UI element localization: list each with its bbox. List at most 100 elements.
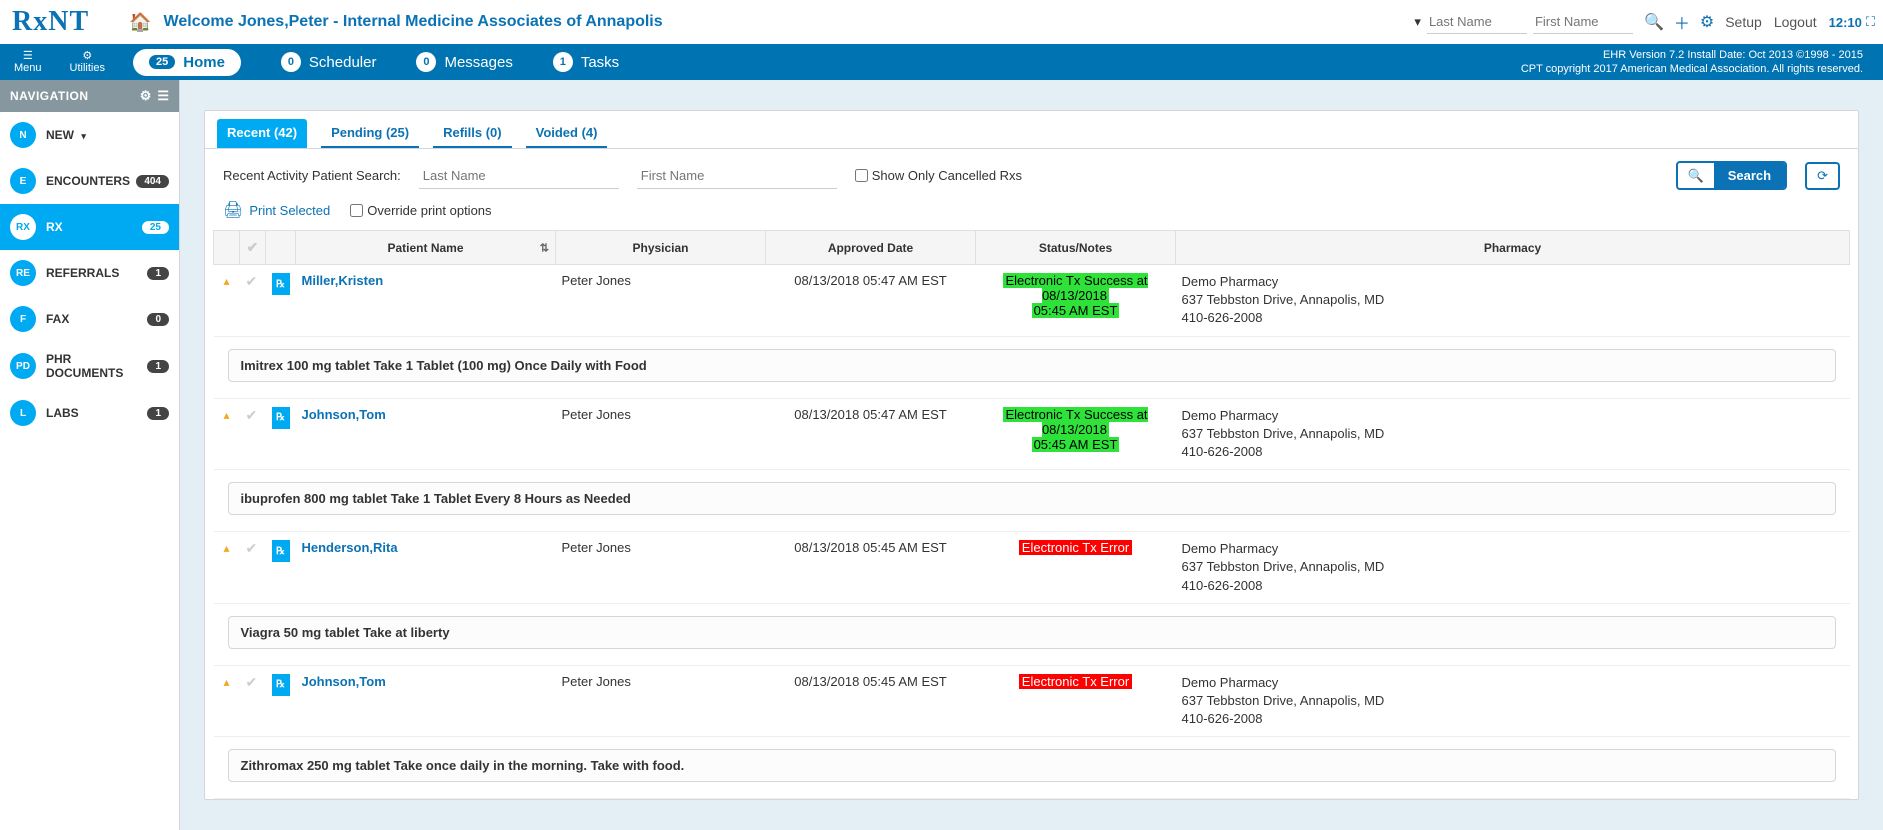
patient-link[interactable]: Johnson,Tom — [302, 674, 386, 689]
sidebar-count: 25 — [142, 221, 169, 234]
gear-icon[interactable]: ⚙ — [1700, 12, 1714, 32]
col-rx-icon — [266, 231, 296, 265]
sidebar-item-label: REFERRALS — [46, 266, 147, 280]
utilities-button[interactable]: ⚙ Utilities — [56, 44, 119, 80]
tab-refills-[interactable]: Refills (0) — [433, 119, 512, 148]
search-dropdown-icon[interactable]: ▾ — [1414, 14, 1421, 30]
top-header: RxNT 🏠 Welcome Jones,Peter - Internal Me… — [0, 0, 1883, 44]
col-pharmacy[interactable]: Pharmacy — [1176, 231, 1850, 265]
tab-recent-[interactable]: Recent (42) — [217, 119, 307, 148]
cancelled-checkbox[interactable] — [855, 169, 868, 182]
print-selected-button[interactable]: 🖨 Print Selected — [223, 200, 330, 220]
scheduler-badge: 0 — [281, 52, 301, 72]
check-icon[interactable]: ✔ — [246, 407, 258, 423]
status-error: Electronic Tx Error — [1019, 540, 1132, 555]
header-firstname-input[interactable] — [1533, 10, 1633, 34]
menu-icon[interactable]: ☰ — [157, 88, 169, 104]
sidebar-item-label: FAX — [46, 312, 147, 326]
patient-link[interactable]: Miller,Kristen — [302, 273, 384, 288]
expand-icon[interactable]: ▴ — [223, 541, 229, 555]
header-lastname-input[interactable] — [1427, 10, 1527, 34]
setup-link[interactable]: Setup — [1725, 14, 1762, 30]
col-check[interactable]: ✔ — [240, 231, 266, 265]
nav-messages[interactable]: 0 Messages — [416, 52, 512, 72]
nav-tasks[interactable]: 1 Tasks — [553, 52, 619, 72]
expand-icon[interactable]: ▴ — [223, 675, 229, 689]
rx-icon: ℞ — [272, 273, 290, 295]
gear-icon[interactable]: ⚙ — [140, 88, 152, 104]
sidebar-item-labs[interactable]: LLABS1 — [0, 390, 179, 436]
tasks-badge: 1 — [553, 52, 573, 72]
sidebar-item-fax[interactable]: FFAX0 — [0, 296, 179, 342]
patient-link[interactable]: Johnson,Tom — [302, 407, 386, 422]
pharmacy-cell: Demo Pharmacy637 Tebbston Drive, Annapol… — [1176, 665, 1850, 737]
sidebar-abbr: PD — [10, 353, 36, 379]
table-row: ▴ ✔ ℞ Miller,Kristen Peter Jones08/13/2018 0… — [214, 265, 1850, 337]
medication-detail: Zithromax 250 mg tablet Take once daily … — [228, 749, 1836, 782]
col-physician[interactable]: Physician — [556, 231, 766, 265]
menu-button[interactable]: ☰ Menu — [0, 44, 56, 80]
status-cell: Electronic Tx Error — [976, 532, 1176, 604]
sidebar-abbr: N — [10, 122, 36, 148]
medication-detail: Viagra 50 mg tablet Take at liberty — [228, 616, 1836, 649]
sidebar-item-referrals[interactable]: REREFERRALS1 — [0, 250, 179, 296]
expand-icon[interactable]: ⛶ — [1866, 14, 1875, 30]
search-icon[interactable]: 🔍 — [1644, 12, 1664, 32]
cancelled-checkbox-label[interactable]: Show Only Cancelled Rxs — [855, 168, 1022, 183]
nav-home[interactable]: 25 Home — [133, 49, 241, 76]
date-cell: 08/13/2018 05:45 AM EST — [766, 532, 976, 604]
table-row: ▴✔℞Johnson,TomPeter Jones08/13/2018 05:4… — [214, 398, 1850, 470]
medication-detail: ibuprofen 800 mg tablet Take 1 Tablet Ev… — [228, 482, 1836, 515]
medication-row: Imitrex 100 mg tablet Take 1 Tablet (100… — [214, 336, 1850, 398]
nav-scheduler[interactable]: 0 Scheduler — [281, 52, 377, 72]
status-cell: Electronic Tx Success at 08/13/201805:45… — [976, 398, 1176, 470]
check-icon: ✔ — [247, 239, 259, 255]
tab-voided-[interactable]: Voided (4) — [526, 119, 608, 148]
home-icon[interactable]: 🏠 — [129, 12, 151, 33]
chevron-down-icon: ▾ — [81, 131, 86, 141]
search-button[interactable]: Search — [1714, 163, 1785, 188]
date-cell: 08/13/2018 05:47 AM EST — [766, 265, 976, 337]
rx-panel: Recent (42) Pending (25) Refills (0) Voided… — [204, 110, 1859, 800]
logout-link[interactable]: Logout — [1774, 14, 1817, 30]
patient-link[interactable]: Henderson,Rita — [302, 540, 398, 555]
sidebar-item-label: RX — [46, 220, 142, 234]
status-success: 05:45 AM EST — [1032, 303, 1120, 318]
search-firstname-input[interactable] — [637, 163, 837, 189]
welcome-text: Welcome Jones,Peter - Internal Medicine … — [164, 13, 663, 31]
override-checkbox-label[interactable]: Override print options — [350, 203, 491, 218]
sidebar-item-rx[interactable]: RXRX25 — [0, 204, 179, 250]
expand-icon[interactable]: ▴ — [223, 408, 229, 422]
tab-pending-[interactable]: Pending (25) — [321, 119, 419, 148]
gear-icon: ⚙ — [82, 51, 92, 62]
search-lastname-input[interactable] — [419, 163, 619, 189]
check-icon[interactable]: ✔ — [246, 273, 258, 289]
logo: RxNT — [12, 6, 89, 38]
medication-detail: Imitrex 100 mg tablet Take 1 Tablet (100… — [228, 349, 1836, 382]
override-checkbox[interactable] — [350, 204, 363, 217]
sidebar-header: NAVIGATION ⚙ ☰ — [0, 80, 179, 112]
sidebar-item-new[interactable]: NNEW ▾ — [0, 112, 179, 158]
col-status[interactable]: Status/Notes — [976, 231, 1176, 265]
navbar: ☰ Menu ⚙ Utilities 25 Home 0 Scheduler 0… — [0, 44, 1883, 80]
search-icon[interactable]: 🔍 — [1678, 163, 1714, 188]
sidebar-item-phr-documents[interactable]: PDPHR DOCUMENTS1 — [0, 342, 179, 390]
clock: 12:10 — [1829, 15, 1862, 30]
rx-icon: ℞ — [272, 407, 290, 429]
col-approved[interactable]: Approved Date — [766, 231, 976, 265]
sort-icon[interactable]: ⇅ — [540, 241, 549, 254]
expand-icon[interactable]: ▴ — [223, 274, 229, 288]
search-label: Recent Activity Patient Search: — [223, 168, 401, 183]
add-icon[interactable]: ＋ — [1674, 10, 1690, 34]
physician-cell: Peter Jones — [556, 265, 766, 337]
sidebar-item-encounters[interactable]: EENCOUNTERS404 — [0, 158, 179, 204]
col-patient[interactable]: Patient Name⇅ — [296, 231, 556, 265]
refresh-button[interactable]: ⟳ — [1805, 162, 1840, 190]
col-expand[interactable] — [214, 231, 240, 265]
search-row: Recent Activity Patient Search: Show Onl… — [205, 149, 1858, 196]
check-icon[interactable]: ✔ — [246, 674, 258, 690]
pharmacy-cell: Demo Pharmacy637 Tebbston Drive, Annapol… — [1176, 265, 1850, 337]
print-icon: 🖨 — [223, 200, 243, 220]
check-icon[interactable]: ✔ — [246, 540, 258, 556]
sidebar-item-label: PHR DOCUMENTS — [46, 352, 147, 380]
